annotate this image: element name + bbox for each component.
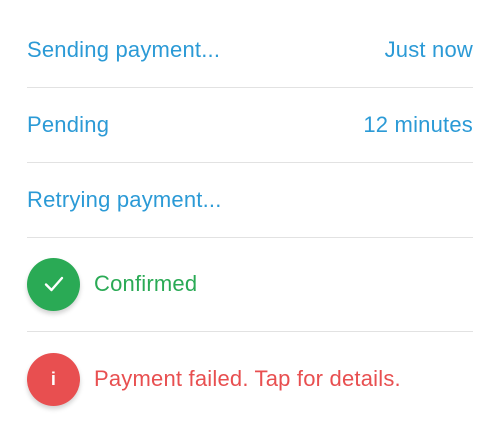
info-icon[interactable]: i: [27, 352, 80, 406]
divider: [27, 331, 473, 332]
checkmark-icon: [27, 257, 80, 311]
status-timestamp: 12 minutes: [363, 112, 473, 137]
status-label: Retrying payment...: [27, 187, 222, 212]
divider: [27, 237, 473, 238]
status-row-retrying: Retrying payment...: [27, 182, 473, 218]
divider: [27, 87, 473, 88]
status-row-pending: Pending 12 minutes: [27, 107, 473, 143]
payment-status-list: Sending payment... Just now Pending 12 m…: [0, 0, 500, 439]
info-icon-glyph: i: [50, 369, 57, 389]
status-label: Pending: [27, 112, 110, 137]
divider: [27, 162, 473, 163]
status-timestamp: Just now: [384, 37, 473, 62]
status-label: Sending payment...: [27, 37, 221, 62]
failed-details-link[interactable]: Payment failed. Tap for details.: [94, 366, 473, 392]
status-label: Confirmed: [94, 271, 198, 296]
status-row-sending: Sending payment... Just now: [27, 32, 473, 68]
status-row-failed[interactable]: i Payment failed. Tap for details.: [27, 352, 473, 406]
status-row-confirmed: Confirmed: [27, 257, 473, 311]
